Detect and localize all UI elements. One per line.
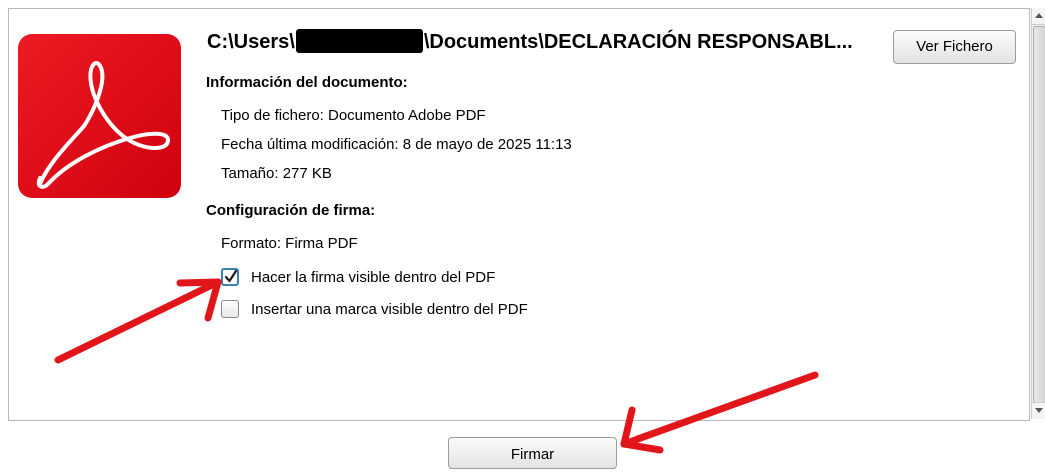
visible-mark-option[interactable]: Insertar una marca visible dentro del PD… — [221, 298, 528, 320]
file-path: C:\Users\ \Documents\DECLARACIÓN RESPONSA… — [207, 29, 887, 54]
visible-mark-checkbox[interactable] — [221, 300, 239, 318]
file-path-prefix: C:\Users\ — [207, 31, 295, 53]
view-file-button[interactable]: Ver Fichero — [893, 30, 1016, 64]
scroll-down-button[interactable] — [1032, 402, 1045, 419]
document-info-heading: Información del documento: — [206, 74, 408, 91]
scroll-up-button[interactable] — [1032, 8, 1045, 25]
file-type-text: Tipo de fichero: Documento Adobe PDF — [221, 107, 486, 124]
visible-signature-label: Hacer la firma visible dentro del PDF — [251, 268, 496, 286]
redacted-username — [295, 29, 423, 53]
file-path-suffix: \Documents\DECLARACIÓN RESPONSABL... — [423, 31, 853, 53]
visible-signature-option[interactable]: Hacer la firma visible dentro del PDF — [221, 266, 495, 288]
sign-button[interactable]: Firmar — [448, 437, 617, 469]
file-size-text: Tamaño: 277 KB — [221, 165, 332, 182]
modified-date-text: Fecha última modificación: 8 de mayo de … — [221, 136, 572, 153]
adobe-pdf-icon — [18, 34, 181, 198]
vertical-scrollbar[interactable] — [1031, 8, 1045, 419]
checkmark-icon — [224, 269, 238, 283]
scroll-thumb[interactable] — [1033, 26, 1045, 403]
visible-mark-label: Insertar una marca visible dentro del PD… — [251, 300, 528, 318]
signature-format-text: Formato: Firma PDF — [221, 235, 358, 252]
signature-config-heading: Configuración de firma: — [206, 202, 376, 219]
visible-signature-checkbox[interactable] — [221, 268, 239, 286]
